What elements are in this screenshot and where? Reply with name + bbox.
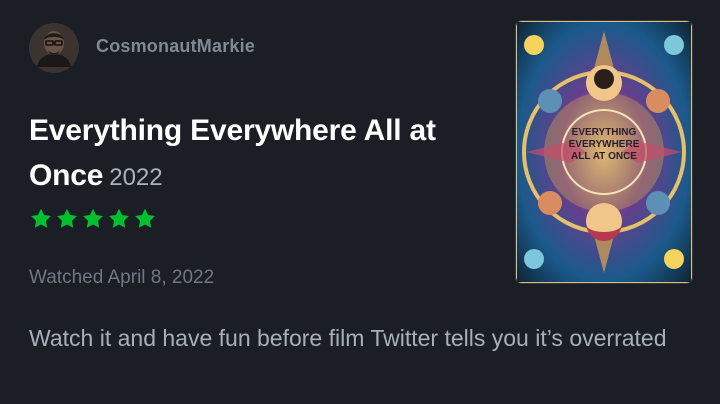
star-icon	[109, 208, 129, 228]
film-title[interactable]: Everything Everywhere All at Once	[29, 114, 436, 192]
star-icon	[135, 208, 155, 228]
watched-date: Watched April 8, 2022	[29, 267, 215, 288]
review-text: Watch it and have fun before film Twitte…	[29, 325, 667, 351]
poster-title-line-3: ALL AT ONCE	[571, 151, 637, 162]
avatar-portrait-icon	[29, 23, 79, 73]
star-icon	[57, 208, 77, 228]
poster-title-line-2: EVERYWHERE	[569, 139, 640, 150]
film-year[interactable]: 2022	[109, 164, 162, 191]
username-link[interactable]: CosmonautMarkie	[96, 36, 255, 57]
film-poster[interactable]: EVERYTHING EVERYWHERE ALL AT ONCE	[516, 21, 692, 283]
poster-artwork: EVERYTHING EVERYWHERE ALL AT ONCE	[516, 21, 692, 283]
star-rating	[29, 207, 157, 231]
film-heading: Everything Everywhere All at Once 2022	[29, 111, 499, 201]
star-icon	[83, 208, 103, 228]
poster-title-line-1: EVERYTHING	[572, 127, 637, 138]
user-avatar[interactable]	[29, 23, 79, 73]
star-icon	[31, 208, 51, 228]
